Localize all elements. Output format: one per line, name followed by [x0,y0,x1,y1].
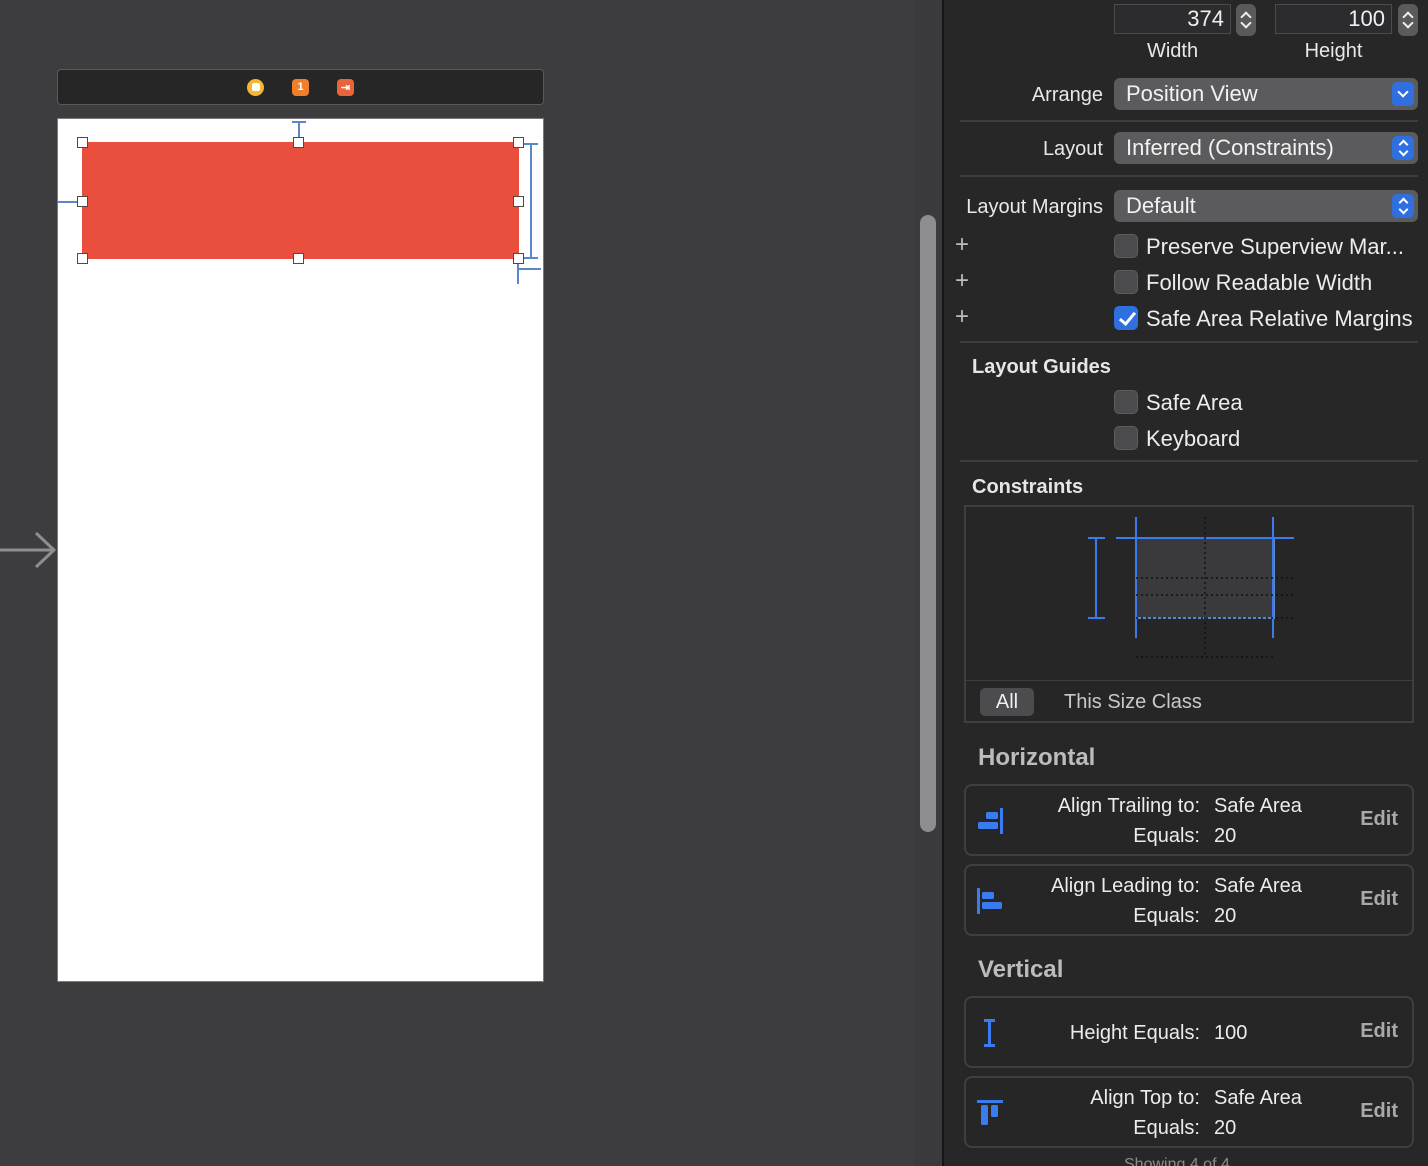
height-icon [984,1019,995,1047]
constraint-card-align-top[interactable]: Align Top to: Safe Area Equals: 20 Edit [964,1076,1414,1148]
follow-readable-width-label: Follow Readable Width [1146,270,1373,295]
keyboard-checkbox[interactable] [1114,426,1138,450]
divider [966,680,1412,681]
inspector-scroll-thumb[interactable] [920,215,936,832]
width-caption: Width [1146,40,1199,62]
resize-handle-bottom-right[interactable] [513,253,524,264]
vertical-title: Vertical [978,956,1064,983]
constraint-card-align-trailing[interactable]: Align Trailing to: Safe Area Equals: 20 … [964,784,1414,856]
layout-value: Inferred (Constraints) [1126,135,1334,160]
resize-handle-top[interactable] [293,137,304,148]
align-top-icon [977,1100,1003,1125]
height-field[interactable]: 100 [1275,4,1392,34]
follow-readable-width-checkbox[interactable] [1114,270,1138,294]
align-trailing-icon [978,808,1003,834]
layout-margins-popup[interactable]: Default [1114,190,1418,222]
constraint-value: Safe Area [1214,1087,1302,1109]
constraint-label: Align Leading to: [1050,875,1200,897]
chevron-updown-icon [1392,136,1414,160]
chevron-down-icon [1392,82,1414,106]
edit-button[interactable]: Edit [1360,1020,1398,1043]
layout-margins-value: Default [1126,193,1196,218]
constraint-diagram-graphic [1088,517,1294,658]
trailing-constraint-line [519,268,541,270]
height-constraint-cap-top [524,143,538,145]
first-responder-icon[interactable]: 1 [292,78,309,96]
constraint-label: Equals: [1133,1117,1200,1139]
resize-handle-left[interactable] [77,196,88,207]
constraint-value: Safe Area [1214,795,1302,817]
scene-dock: 1 ⇥ [57,69,544,105]
layout-popup[interactable]: Inferred (Constraints) [1114,132,1418,164]
align-leading-icon [977,888,1002,914]
add-variation-plus-icon[interactable]: + [955,233,969,257]
add-variation-plus-icon[interactable]: + [955,305,969,329]
divider [960,120,1418,122]
selected-red-view[interactable] [82,142,519,259]
divider [960,460,1418,462]
height-stepper[interactable] [1398,4,1418,36]
divider [960,175,1418,177]
entry-point-arrow-icon[interactable] [0,530,58,570]
preserve-superview-margins-label: Preserve Superview Mar... [1146,234,1404,259]
constraint-label: Align Trailing to: [1057,795,1200,817]
constraint-value: 20 [1214,825,1237,847]
view-controller-icon[interactable] [247,78,264,96]
constraint-card-height[interactable]: Height Equals: 100 Edit [964,996,1414,1068]
constraints-count: Showing 4 of 4 [1124,1156,1230,1166]
constraint-value: Safe Area [1214,875,1302,897]
arrange-popup[interactable]: Position View [1114,78,1418,110]
layout-label: Layout [1042,138,1103,160]
constraint-value: 20 [1214,905,1237,927]
safe-area-relative-margins-label: Safe Area Relative Margins [1146,306,1413,331]
chevron-updown-icon [1392,194,1414,218]
constraint-label: Align Top to: [1090,1087,1200,1109]
edit-button[interactable]: Edit [1360,888,1398,911]
height-constraint-line [530,143,532,259]
height-caption: Height [1304,40,1363,62]
resize-handle-bottom[interactable] [293,253,304,264]
constraint-label: Equals: [1133,905,1200,927]
top-constraint-cap [292,121,306,123]
constraint-value: 20 [1214,1117,1237,1139]
constraint-label: Height Equals: [1069,1022,1200,1044]
divider [960,341,1418,343]
constraint-label: Equals: [1133,825,1200,847]
edit-button[interactable]: Edit [1360,808,1398,831]
preserve-superview-margins-checkbox[interactable] [1114,234,1138,258]
arrange-value: Position View [1126,81,1258,106]
resize-handle-top-left[interactable] [77,137,88,148]
height-constraint-cap-bottom [524,257,538,259]
horizontal-title: Horizontal [978,744,1096,771]
tab-this-size-class[interactable]: This Size Class [1064,688,1202,716]
resize-handle-right[interactable] [513,196,524,207]
constraint-value: 100 [1214,1022,1248,1044]
width-field[interactable]: 374 [1114,4,1231,34]
safe-area-checkbox[interactable] [1114,390,1138,414]
arrange-label: Arrange [1031,84,1103,106]
layout-guides-title: Layout Guides [972,356,1111,378]
tab-all[interactable]: All [980,688,1034,716]
width-stepper[interactable] [1236,4,1256,36]
resize-handle-top-right[interactable] [513,137,524,148]
constraints-title: Constraints [972,476,1084,498]
safe-area-label: Safe Area [1146,390,1243,415]
keyboard-label: Keyboard [1146,426,1241,451]
resize-handle-bottom-left[interactable] [77,253,88,264]
layout-margins-label: Layout Margins [966,196,1103,218]
add-variation-plus-icon[interactable]: + [955,269,969,293]
edit-button[interactable]: Edit [1360,1100,1398,1123]
safe-area-relative-margins-checkbox[interactable] [1114,306,1138,330]
constraint-card-align-leading[interactable]: Align Leading to: Safe Area Equals: 20 E… [964,864,1414,936]
exit-icon[interactable]: ⇥ [337,78,354,96]
